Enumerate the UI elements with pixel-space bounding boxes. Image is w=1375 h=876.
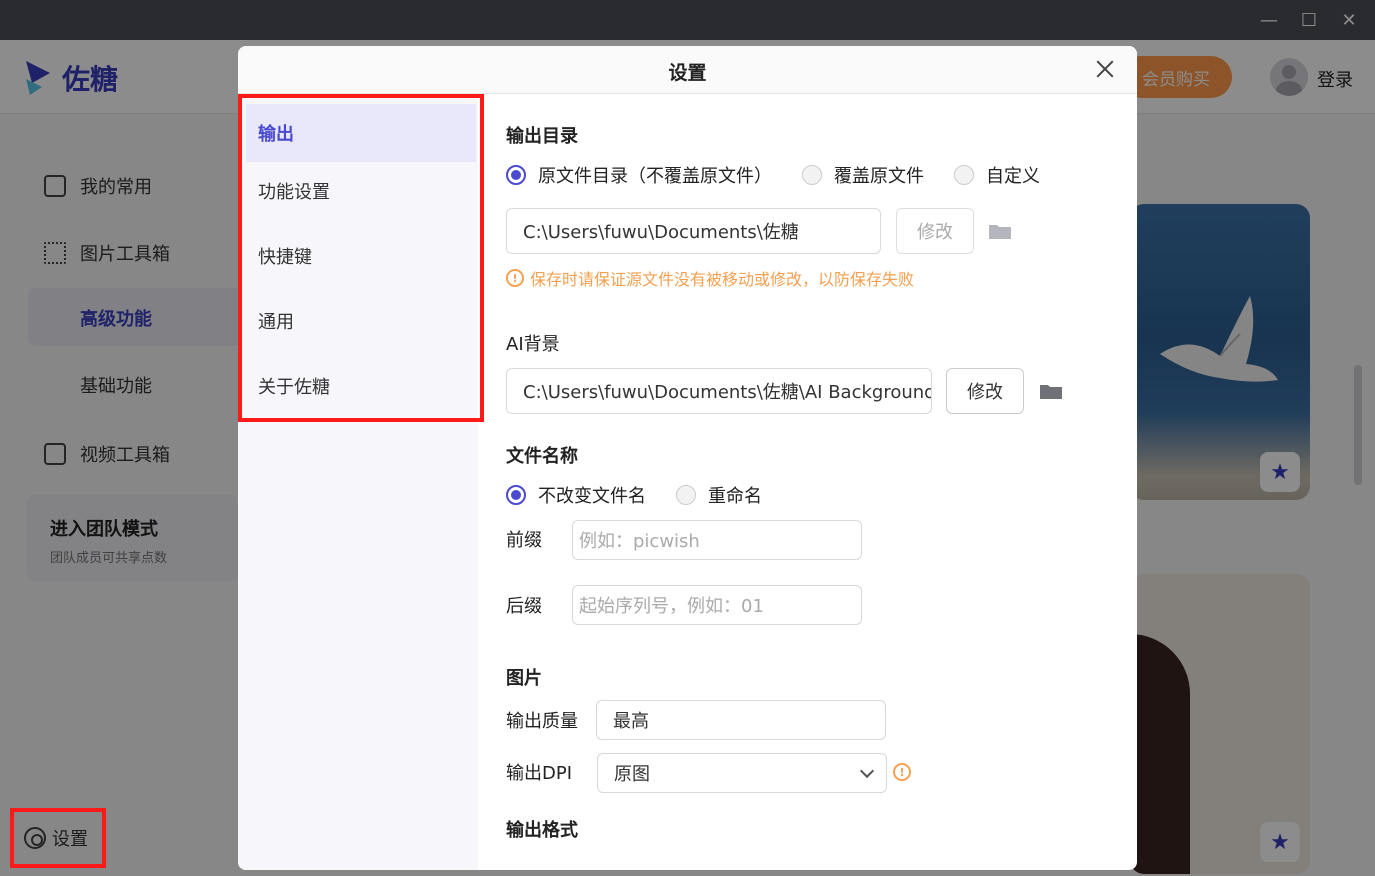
modify-output-button[interactable]: 修改 xyxy=(896,208,974,254)
close-icon[interactable] xyxy=(1094,58,1116,80)
folder-icon[interactable] xyxy=(1039,382,1063,400)
radio-label: 重命名 xyxy=(708,486,762,507)
radio-label: 原文件目录（不覆盖原文件） xyxy=(538,166,772,187)
format-heading: 输出格式 xyxy=(506,820,578,841)
radio-label: 覆盖原文件 xyxy=(834,166,924,187)
output-dir-heading: 输出目录 xyxy=(506,126,578,147)
warning-text: 保存时请保证源文件没有被移动或修改，以防保存失败 xyxy=(530,270,915,289)
radio-rename[interactable] xyxy=(676,485,696,505)
dialog-title: 设置 xyxy=(668,62,707,84)
filename-options: 不改变文件名 重命名 xyxy=(506,482,762,508)
quality-select[interactable]: 最高 xyxy=(596,700,886,740)
output-warning: ! 保存时请保证源文件没有被移动或修改，以防保存失败 xyxy=(506,266,914,290)
chevron-down-icon xyxy=(859,763,875,779)
ai-bg-heading: AI背景 xyxy=(506,334,560,355)
radio-label: 不改变文件名 xyxy=(538,486,646,507)
warning-icon: ! xyxy=(506,269,524,287)
dpi-value: 原图 xyxy=(614,764,650,785)
radio-label: 自定义 xyxy=(986,166,1040,187)
suffix-label: 后缀 xyxy=(506,596,542,617)
modify-ai-bg-button[interactable]: 修改 xyxy=(946,368,1024,414)
dpi-info-icon[interactable]: ! xyxy=(893,763,911,781)
highlight-box-settings xyxy=(10,808,106,868)
highlight-box-nav xyxy=(238,94,484,422)
image-heading: 图片 xyxy=(506,668,542,689)
folder-icon[interactable] xyxy=(988,222,1012,240)
dpi-select[interactable]: 原图 xyxy=(597,753,887,793)
radio-keep-name[interactable] xyxy=(506,485,526,505)
prefix-label: 前缀 xyxy=(506,530,542,551)
dialog-header: 设置 xyxy=(238,46,1137,94)
filename-heading: 文件名称 xyxy=(506,446,578,467)
output-path-field[interactable]: C:\Users\fuwu\Documents\佐糖 xyxy=(506,208,881,254)
output-dir-options: 原文件目录（不覆盖原文件） 覆盖原文件 自定义 xyxy=(506,162,1040,188)
ai-bg-path-field[interactable]: C:\Users\fuwu\Documents\佐糖\AI Background xyxy=(506,368,932,414)
radio-custom[interactable] xyxy=(954,165,974,185)
settings-content: 输出目录 原文件目录（不覆盖原文件） 覆盖原文件 自定义 C:\Users\fu… xyxy=(506,94,1126,870)
radio-overwrite[interactable] xyxy=(802,165,822,185)
dpi-label: 输出DPI xyxy=(506,763,573,784)
quality-label: 输出质量 xyxy=(506,711,578,732)
prefix-input[interactable]: 例如：picwish xyxy=(572,520,862,560)
radio-original-dir[interactable] xyxy=(506,165,526,185)
suffix-input[interactable]: 起始序列号，例如：01 xyxy=(572,585,862,625)
